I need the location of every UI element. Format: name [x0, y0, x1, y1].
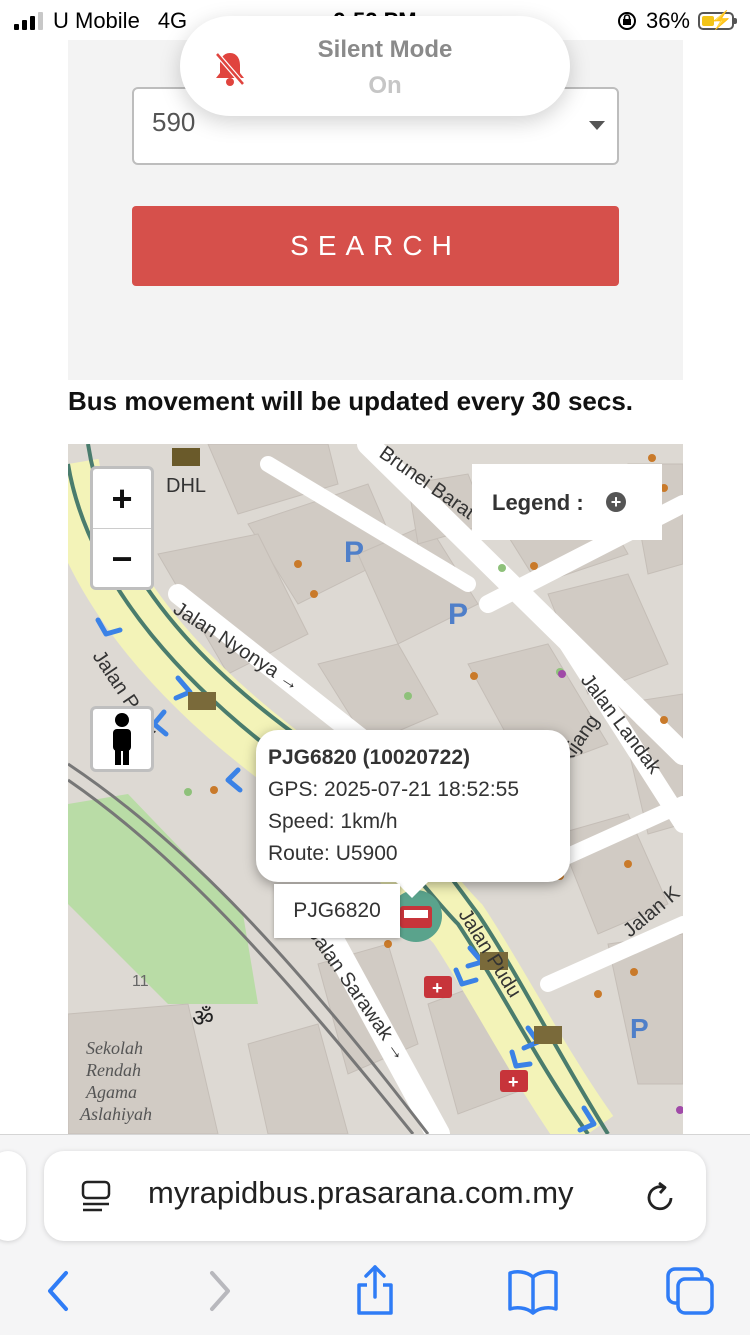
silent-mode-banner: Silent Mode On — [180, 16, 570, 116]
silent-mode-state: On — [368, 72, 402, 99]
battery-charging-icon: ⚡ — [698, 10, 737, 30]
street-view-pegman[interactable] — [90, 706, 154, 772]
battery-percent: 36% — [645, 8, 690, 33]
svg-text:P: P — [630, 1013, 649, 1044]
bus-plate-label[interactable]: PJG6820 — [274, 884, 400, 938]
silent-mode-title: Silent Mode — [317, 36, 453, 63]
svg-text:P: P — [344, 536, 364, 569]
url-text[interactable]: myrapidbus.prasarana.com.my — [148, 1175, 574, 1211]
bus-info-popup: PJG6820 (10020722) GPS: 2025-07-21 18:52… — [256, 730, 570, 898]
legend-control[interactable]: Legend : + — [472, 464, 662, 540]
status-right: 36% ⚡ — [616, 8, 737, 34]
bus-gps-time: GPS: 2025-07-21 18:52:55 — [268, 778, 520, 801]
person-icon — [113, 713, 131, 765]
update-notice: Bus movement will be updated every 30 se… — [68, 386, 634, 416]
share-icon[interactable] — [352, 1263, 398, 1319]
svg-text:DHL: DHL — [166, 475, 206, 497]
legend-label: Legend : — [492, 490, 584, 515]
route-select-value: 590 — [152, 107, 196, 137]
svg-text:Rendah: Rendah — [85, 1060, 141, 1080]
bus-speed: Speed: 1km/h — [268, 810, 398, 833]
address-bar[interactable]: myrapidbus.prasarana.com.my — [44, 1151, 706, 1241]
svg-text:P: P — [448, 598, 468, 631]
svg-text:+: + — [432, 978, 443, 998]
zoom-in-button[interactable]: + — [93, 469, 151, 529]
bus-route: Route: U5900 — [268, 842, 398, 865]
svg-text:Sekolah: Sekolah — [86, 1038, 143, 1058]
svg-text:Aslahiyah: Aslahiyah — [79, 1104, 152, 1124]
bus-id: PJG6820 (10020722) — [268, 746, 470, 769]
previous-tab-peek[interactable] — [0, 1151, 26, 1241]
back-icon[interactable] — [42, 1263, 78, 1319]
forward-icon[interactable] — [202, 1263, 238, 1319]
svg-text:ॐ: ॐ — [192, 1005, 214, 1032]
legend-expand-icon[interactable]: + — [606, 492, 626, 512]
page-menu-icon[interactable] — [80, 1179, 114, 1213]
tabs-icon[interactable] — [664, 1263, 716, 1319]
browser-bottom-bar: myrapidbus.prasarana.com.my — [0, 1134, 750, 1335]
svg-text:11: 11 — [132, 973, 149, 990]
bookmarks-icon[interactable] — [506, 1263, 560, 1319]
zoom-out-button[interactable]: − — [93, 529, 151, 588]
dropdown-caret-icon — [589, 121, 605, 130]
orientation-lock-icon — [617, 12, 636, 30]
svg-text:Agama: Agama — [85, 1082, 137, 1102]
zoom-control: + − — [90, 466, 154, 590]
bus-map[interactable]: P P P + + DHL Brunei Barat Jalan Nyonya … — [68, 444, 683, 1134]
search-button[interactable]: SEARCH — [132, 206, 619, 286]
reload-icon[interactable] — [644, 1181, 678, 1215]
svg-text:+: + — [508, 1072, 519, 1092]
